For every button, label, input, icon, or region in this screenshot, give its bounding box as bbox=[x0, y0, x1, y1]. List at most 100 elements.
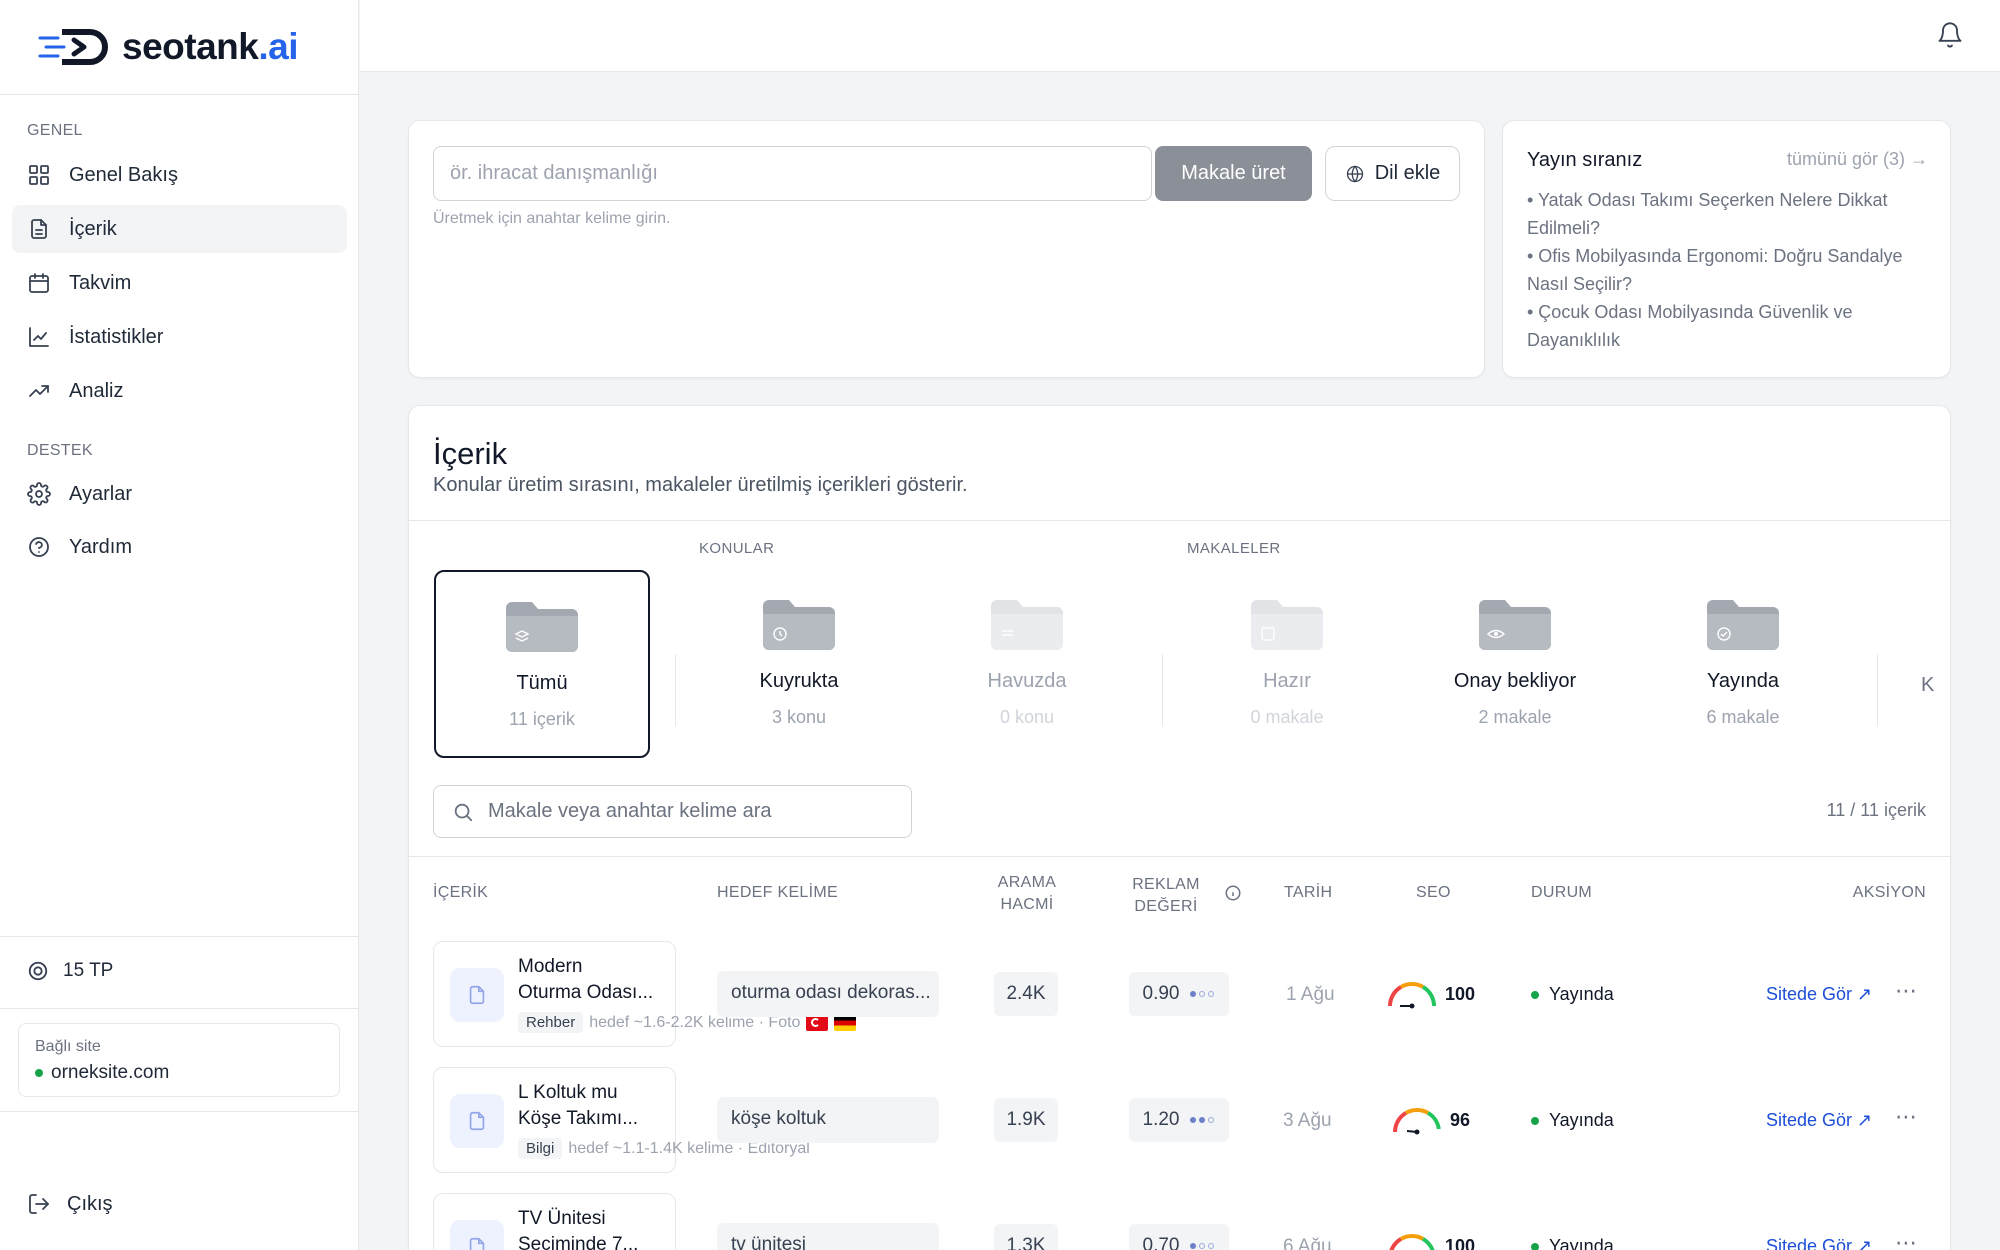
search-volume: 1.3K bbox=[994, 1224, 1058, 1250]
content-item-title: L Koltuk mu Köşe Takımı... bbox=[518, 1082, 639, 1129]
sidebar-item-calendar[interactable]: Takvim bbox=[12, 259, 347, 307]
tile-label: Yayında bbox=[1707, 670, 1779, 692]
folder-layers-icon bbox=[506, 602, 578, 652]
sidebar-item-analysis[interactable]: Analiz bbox=[12, 367, 347, 415]
notifications-button[interactable] bbox=[1936, 20, 1964, 50]
type-badge: Rehber bbox=[518, 1012, 584, 1033]
document-icon-tile bbox=[450, 968, 504, 1022]
tile-overflow-label[interactable]: K bbox=[1921, 674, 1934, 697]
sidebar-item-label: İçerik bbox=[69, 217, 117, 240]
col-header-ad-value: REKLAM DEĞERİ bbox=[1132, 876, 1200, 915]
queue-item[interactable]: • Yatak Odası Takımı Seçerken Nelere Dik… bbox=[1527, 186, 1927, 242]
tile-label: Onay bekliyor bbox=[1453, 670, 1577, 692]
tile-label: Hazır bbox=[1263, 670, 1311, 692]
queue-item[interactable]: • Ofis Mobilyasında Ergonomi: Doğru Sand… bbox=[1527, 242, 1927, 298]
article-search-input[interactable]: Makale veya anahtar kelime ara bbox=[433, 785, 912, 838]
status-badge: Yayında bbox=[1531, 984, 1614, 1005]
col-header-date: TARİH bbox=[1284, 884, 1333, 901]
content-item-card[interactable]: L Koltuk mu Köşe Takımı... Bilgi hedef ~1.… bbox=[433, 1067, 810, 1173]
view-all-link[interactable]: tümünü gör (3) → bbox=[1787, 149, 1928, 170]
generate-article-button[interactable]: Makale üret bbox=[1155, 146, 1312, 201]
connected-site[interactable]: Bağlı site orneksite.com bbox=[18, 1023, 340, 1097]
document-icon bbox=[469, 1237, 485, 1250]
level-dots-icon bbox=[1190, 1243, 1215, 1249]
sidebar-item-overview[interactable]: Genel Bakış bbox=[12, 151, 347, 199]
status-dot bbox=[1531, 990, 1539, 999]
gauge-icon bbox=[1393, 1108, 1441, 1135]
publish-queue: Yayın sıranız tümünü gör (3) → • Yatak O… bbox=[1502, 120, 1951, 378]
token-label: 15 TP bbox=[63, 960, 114, 981]
add-language-button[interactable]: Dil ekle bbox=[1325, 146, 1460, 201]
tab-published[interactable]: Yayında 6 makale bbox=[1635, 570, 1851, 758]
folder-check-circle-icon bbox=[1707, 600, 1779, 650]
logout-button[interactable]: Çıkış bbox=[27, 1192, 113, 1216]
sidebar-item-content[interactable]: İçerik bbox=[12, 205, 347, 253]
seo-score: 96 bbox=[1390, 1105, 1470, 1135]
content-subtitle: Konular üretim sırasını, makaleler üreti… bbox=[433, 474, 968, 496]
sidebar-item-help[interactable]: Yardım bbox=[12, 523, 347, 571]
tab-queued[interactable]: Kuyrukta 3 konu bbox=[691, 570, 907, 758]
queue-list: • Yatak Odası Takımı Seçerken Nelere Dik… bbox=[1527, 186, 1927, 354]
token-balance: 15 TP bbox=[27, 960, 113, 982]
content-item-card[interactable]: TV Ünitesi Seçiminde 7... bbox=[433, 1193, 676, 1250]
more-actions-button[interactable]: ⋯ bbox=[1895, 978, 1918, 1004]
info-icon[interactable] bbox=[1224, 884, 1242, 902]
col-header-action: AKSİYON bbox=[1852, 884, 1926, 901]
document-icon-tile bbox=[450, 1220, 504, 1250]
top-bar bbox=[360, 0, 2000, 72]
logo[interactable]: seotank.ai bbox=[0, 0, 358, 95]
view-on-site-link[interactable]: Sitede Gör ↗ bbox=[1766, 1236, 1872, 1250]
more-actions-button[interactable]: ⋯ bbox=[1895, 1230, 1918, 1250]
type-badge: Bilgi bbox=[518, 1138, 563, 1159]
divider bbox=[1877, 654, 1878, 726]
sidebar-item-settings[interactable]: Ayarlar bbox=[12, 470, 347, 518]
line-chart-icon bbox=[29, 327, 49, 347]
tile-count: 3 konu bbox=[771, 707, 827, 727]
col-header-keyword: HEDEF KELİME bbox=[717, 884, 838, 901]
divider bbox=[675, 654, 676, 726]
queue-item[interactable]: • Çocuk Odası Mobilyasında Güvenlik ve D… bbox=[1527, 298, 1927, 354]
keyword-input[interactable]: ör. ihracat danışmanlığı bbox=[433, 146, 1152, 201]
tab-all[interactable]: Tümü 11 içerik bbox=[434, 570, 650, 758]
folder-check-icon bbox=[1251, 600, 1323, 650]
tab-ready[interactable]: Hazır 0 makale bbox=[1179, 570, 1395, 758]
ad-value: 0.90 bbox=[1129, 972, 1229, 1016]
section-general: GENEL bbox=[27, 122, 83, 139]
tile-count: 0 makale bbox=[1250, 707, 1324, 727]
bell-icon bbox=[1938, 22, 1962, 48]
tile-count: 11 içerik bbox=[509, 709, 575, 729]
sidebar-item-label: Yardım bbox=[69, 535, 132, 558]
tab-awaiting-approval[interactable]: Onay bekliyor 2 makale bbox=[1407, 570, 1623, 758]
group-label-articles: MAKALELER bbox=[1187, 540, 1281, 557]
target-keyword: tv ünitesi bbox=[717, 1223, 939, 1250]
status-dot bbox=[35, 1069, 43, 1077]
view-on-site-link[interactable]: Sitede Gör ↗ bbox=[1766, 984, 1872, 1005]
gauge-icon bbox=[1389, 1234, 1435, 1250]
publish-date: 6 Ağu bbox=[1283, 1236, 1332, 1250]
view-on-site-link[interactable]: Sitede Gör ↗ bbox=[1766, 1110, 1872, 1131]
section-support: DESTEK bbox=[27, 442, 93, 459]
content-panel: İçerik Konular üretim sırasını, makalele… bbox=[408, 405, 1951, 1250]
grid-icon bbox=[29, 165, 49, 185]
content-item-card[interactable]: Modern Oturma Odası... Rehber hedef ~1.6-2… bbox=[433, 941, 857, 1047]
document-icon bbox=[469, 1111, 485, 1131]
sidebar-item-label: Genel Bakış bbox=[69, 163, 178, 186]
ad-value: 0.70 bbox=[1129, 1224, 1229, 1250]
sidebar-item-statistics[interactable]: İstatistikler bbox=[12, 313, 347, 361]
search-volume: 2.4K bbox=[994, 972, 1058, 1016]
tab-pool[interactable]: Havuzda 0 konu bbox=[919, 570, 1135, 758]
site-value: orneksite.com bbox=[35, 1062, 323, 1084]
trending-icon bbox=[29, 385, 49, 397]
col-header-volume: ARAMA HACMİ bbox=[997, 874, 1057, 913]
more-actions-button[interactable]: ⋯ bbox=[1895, 1104, 1918, 1130]
target-icon bbox=[28, 961, 48, 981]
content-item-title: Modern Oturma Odası... bbox=[518, 956, 654, 1003]
brand-name: seotank.ai bbox=[122, 26, 298, 67]
logout-icon bbox=[29, 1194, 49, 1214]
sidebar-item-label: Ayarlar bbox=[69, 482, 132, 505]
add-language-label: Dil ekle bbox=[1374, 162, 1441, 184]
col-header-seo: SEO bbox=[1416, 884, 1451, 901]
logo-icon bbox=[38, 29, 108, 65]
status-badge: Yayında bbox=[1531, 1236, 1614, 1250]
seo-score: 100 bbox=[1385, 979, 1475, 1009]
